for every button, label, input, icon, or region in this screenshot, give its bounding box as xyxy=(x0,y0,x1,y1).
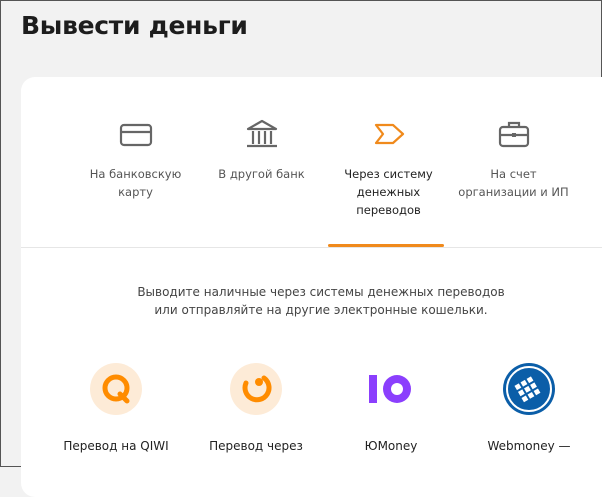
method-label: Перевод на QIWI xyxy=(63,439,169,453)
tab-money-transfer[interactable]: Через систему денежных переводов xyxy=(326,77,451,247)
transfer-arrow-icon xyxy=(374,123,404,145)
method-label: Перевод через xyxy=(209,439,303,453)
tab-label: На счет организации и ИП xyxy=(458,167,569,199)
tab-organization-account[interactable]: На счет организации и ИП xyxy=(451,77,576,247)
page-title: Вывести деньги xyxy=(21,11,248,40)
qiwi-logo-icon xyxy=(90,363,142,415)
briefcase-icon xyxy=(498,121,529,148)
withdraw-tabs: На банковскую карту В другой банк Через … xyxy=(21,77,602,247)
webmoney-logo-icon xyxy=(503,363,555,415)
method-label: ЮMoney xyxy=(364,439,418,453)
method-yoomoney[interactable]: ЮMoney xyxy=(326,363,456,453)
tab-bank-card[interactable]: На банковскую карту xyxy=(73,77,198,247)
yoomoney-logo-icon xyxy=(365,363,417,415)
method-label: Webmoney — xyxy=(487,439,571,453)
method-qiwi[interactable]: Перевод на QIWI xyxy=(51,363,181,453)
method-contact[interactable]: Перевод через xyxy=(191,363,321,453)
tabs-divider xyxy=(21,247,602,248)
description-line: Выводите наличные через системы денежных… xyxy=(137,285,505,299)
description-line: или отправляйте на другие электронные ко… xyxy=(154,303,488,317)
withdraw-card: На банковскую карту В другой банк Через … xyxy=(21,77,602,497)
contact-logo-icon xyxy=(230,363,282,415)
tab-other-bank[interactable]: В другой банк xyxy=(199,77,324,247)
tab-label: В другой банк xyxy=(218,167,305,181)
method-description: Выводите наличные через системы денежных… xyxy=(21,283,602,319)
bank-building-icon xyxy=(246,119,277,148)
bank-card-icon xyxy=(119,123,152,147)
method-webmoney[interactable]: Webmoney — xyxy=(464,363,594,453)
tab-label: Через систему денежных переводов xyxy=(344,167,433,217)
tab-label: На банковскую карту xyxy=(89,167,182,199)
